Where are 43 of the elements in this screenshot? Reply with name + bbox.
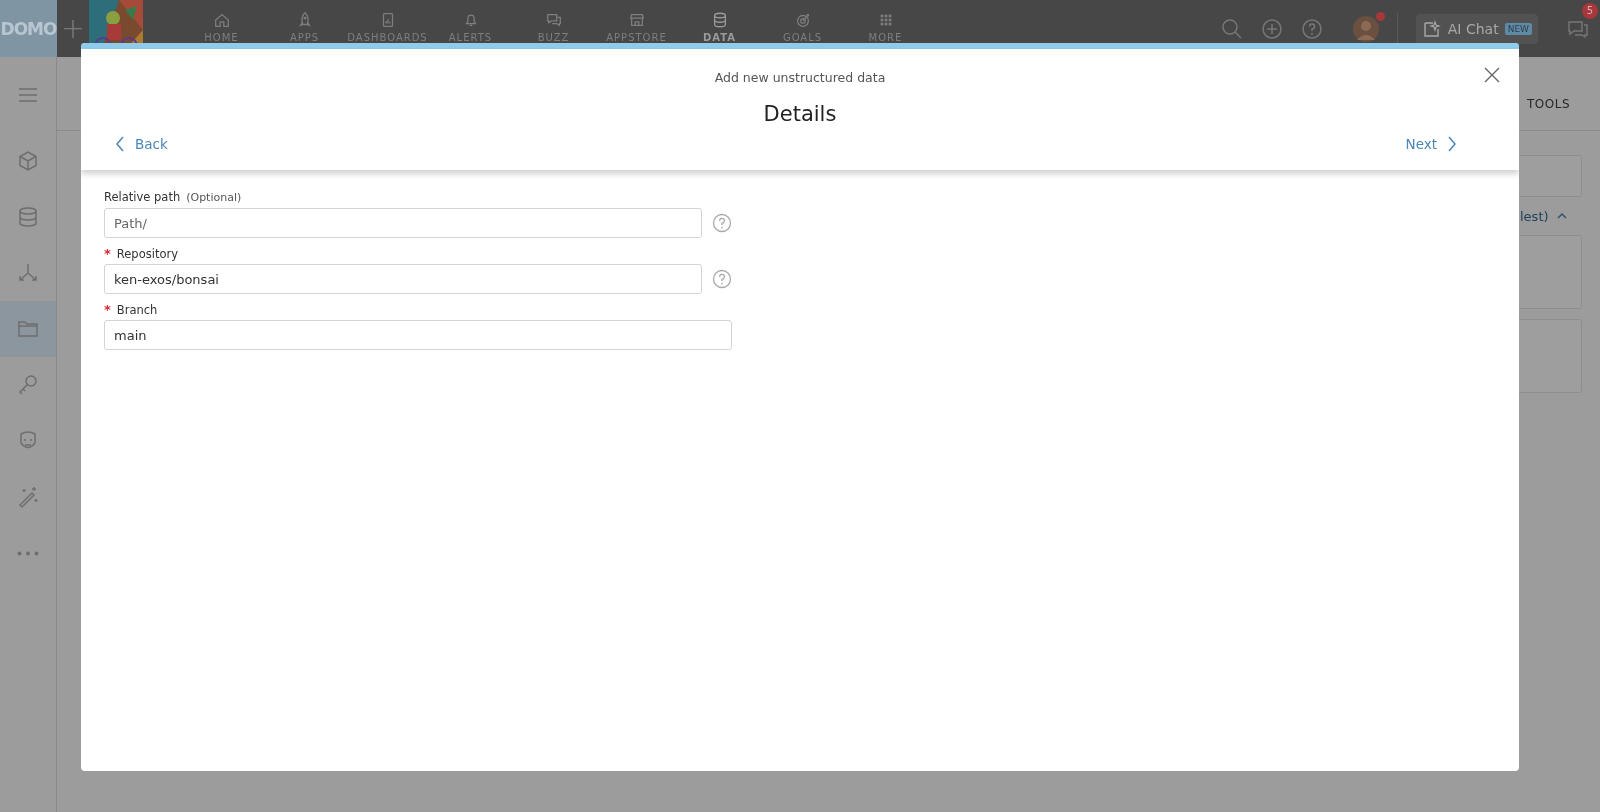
home-icon	[212, 11, 231, 29]
chevron-left-icon	[115, 136, 125, 152]
optional-note: (Optional)	[186, 191, 242, 204]
key-icon	[16, 373, 40, 397]
new-badge: NEW	[1504, 22, 1532, 35]
text-field[interactable]: main	[104, 320, 732, 350]
cube-icon	[16, 149, 40, 173]
field-label: Relative path	[104, 190, 181, 204]
buzz-icon	[544, 11, 563, 29]
required-mark: *	[104, 302, 111, 317]
ai-chat-button[interactable]: AI Chat NEW	[1415, 13, 1538, 44]
card-background	[1516, 155, 1582, 197]
close-icon[interactable]	[1483, 66, 1501, 84]
notification-dot	[1375, 11, 1385, 21]
back-button[interactable]: Back	[115, 134, 168, 154]
required-mark: *	[104, 246, 111, 261]
help-icon[interactable]	[1300, 17, 1323, 40]
sidebar-item[interactable]	[0, 301, 56, 357]
next-button[interactable]: Next	[1405, 134, 1457, 154]
logo[interactable]: DOMO	[0, 0, 57, 57]
notification-badge: 5	[1582, 2, 1598, 19]
help-icon[interactable]	[712, 269, 732, 289]
text-field[interactable]: ken-exos/bonsai	[104, 264, 702, 294]
caret-icon[interactable]	[1556, 212, 1567, 220]
add-icon[interactable]	[1260, 17, 1283, 40]
link-text[interactable]: lest)	[1520, 208, 1549, 224]
dialog-title: Details	[763, 102, 837, 126]
magic-wand-icon	[16, 485, 40, 509]
sparkle-icon	[1421, 18, 1442, 39]
help-icon[interactable]	[712, 213, 732, 233]
add-button[interactable]: +	[57, 0, 89, 57]
database-icon	[16, 205, 40, 229]
text-field[interactable]: Path/	[104, 208, 702, 238]
nav-tab[interactable]: DATA	[678, 0, 761, 44]
chevron-right-icon	[1447, 136, 1457, 152]
field-label: Branch	[116, 303, 158, 317]
avatar[interactable]	[1352, 15, 1379, 42]
more-icon	[17, 550, 39, 556]
appstore-icon	[627, 11, 646, 29]
dialog-subtitle: Add new unstructured data	[714, 70, 886, 85]
tab-label[interactable]: TOOLS	[1526, 96, 1570, 111]
search-icon[interactable]	[1220, 17, 1243, 40]
field-label: Repository	[116, 247, 178, 261]
